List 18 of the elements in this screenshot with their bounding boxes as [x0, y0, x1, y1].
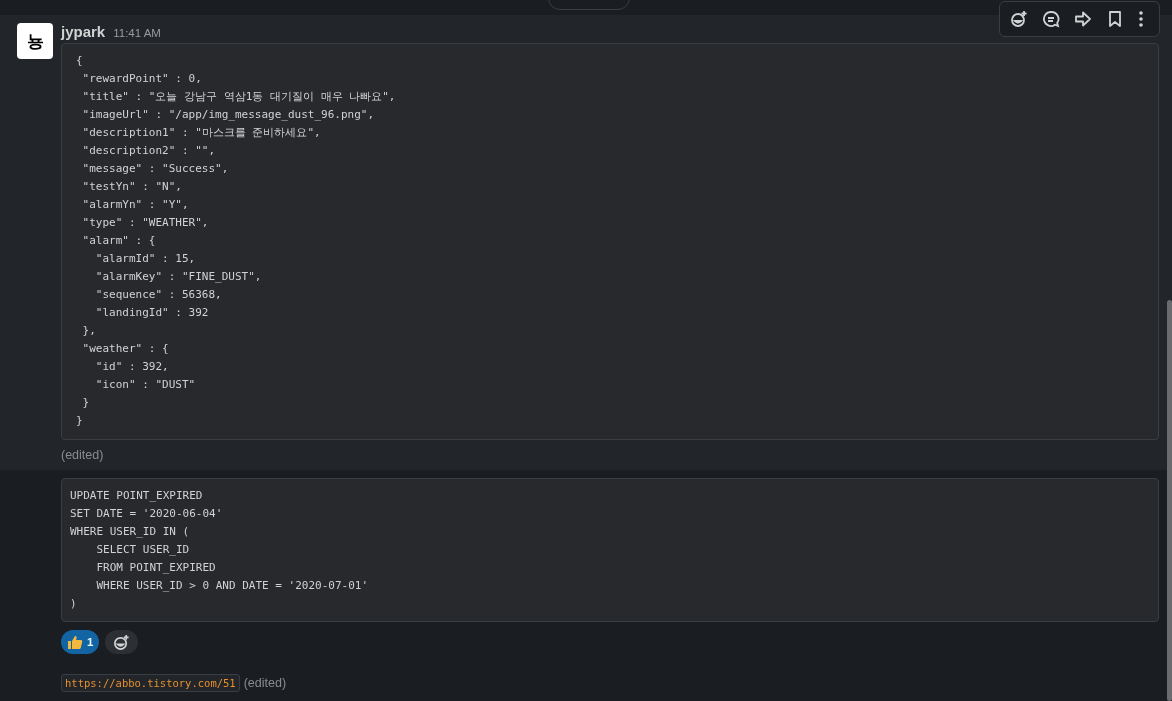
link[interactable]: https://abbo.tistory.com/51: [61, 674, 240, 692]
add-reaction-button[interactable]: [105, 630, 139, 654]
edited-label: (edited): [61, 448, 105, 462]
code-block: UPDATE POINT_EXPIRED SET DATE = '2020-06-04' WHERE USER_ID IN ( SELECT USER_ID FROM POINT_EXPIRED WHERE USER_ID > 0 AND DATE = '2020-07-01' ): [61, 478, 1159, 622]
add-reaction-icon[interactable]: [1010, 10, 1028, 28]
reaction-button[interactable]: 1: [61, 630, 100, 654]
avatar[interactable]: 뇽: [17, 23, 53, 59]
author-name[interactable]: jypark: [61, 23, 106, 40]
edited-label: (edited): [243, 676, 287, 690]
add-reaction-icon: [113, 633, 131, 651]
code-block: { "rewardPoint" : 0, "title" : "오늘 강남구 역삼1동 대기질이 매우 나빠요", "imageUrl" : "/app/img_message_dust_96.png", "description1" : "마스크를 준비하세요", "description2" : "", "message" : "Success", "testYn" : "N", "alarmYn" : "Y", "type" : "WEATHER", "alarm" : { "alarmId" : 15, "alarmKey" : "FINE_DUST", "sequence" : 56368, "landingId" : 392 }, "weather" : { "id" : 392, "icon" : "DUST" } }: [61, 43, 1159, 440]
timestamp[interactable]: 11:41 AM: [113, 27, 161, 39]
thumbs-up-icon: [67, 634, 83, 650]
bookmark-icon[interactable]: [1106, 10, 1124, 28]
scrollbar[interactable]: [1167, 300, 1172, 701]
share-arrow-icon[interactable]: [1074, 10, 1092, 28]
comment-icon[interactable]: [1042, 10, 1060, 28]
more-options-icon[interactable]: [1138, 10, 1144, 28]
